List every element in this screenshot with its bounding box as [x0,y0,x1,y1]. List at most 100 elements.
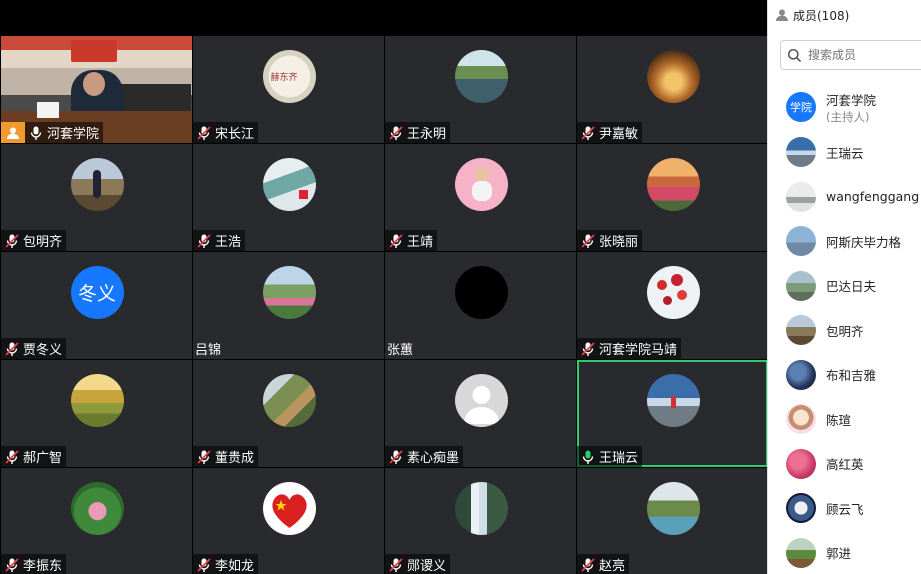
participant-tile[interactable]: 张晓丽 [577,144,768,251]
member-avatar-text: 学院 [786,92,816,122]
participant-name-tag: 李如龙 [193,554,259,574]
host-icon [1,122,25,143]
microphone-muted-icon [5,233,19,248]
participant-avatar [70,374,124,427]
participant-tile[interactable]: 河套学院 [1,36,192,143]
participant-name: 尹嘉敏 [599,127,639,142]
microphone-muted-icon [581,341,595,356]
participant-avatar [646,158,700,211]
participant-avatar [454,482,508,535]
top-toolbar [0,0,767,35]
participant-name: 张晓丽 [599,235,639,250]
member-name: 河套学院 [826,92,877,108]
member-name: 高红英 [826,457,864,473]
member-search-box[interactable] [780,40,921,70]
member-avatar [786,493,816,524]
member-list-item[interactable]: 巴达日夫 [768,264,921,309]
participant-tile-active-speaker[interactable]: 王瑞云 [577,360,768,467]
participant-tile[interactable]: 河套学院马靖 [577,252,768,359]
members-panel: 成员(108) 学院 河套学院 (主持人) 王瑞云 wangfenggang 阿… [767,0,921,574]
microphone-muted-icon [5,449,19,464]
member-list-item[interactable]: 学院 河套学院 (主持人) [768,84,921,130]
microphone-muted-icon [389,233,403,248]
participant-avatar [454,266,508,319]
participant-tile[interactable]: 王永明 [385,36,576,143]
member-name: 阿斯庆毕力格 [826,234,902,250]
participant-name: 吕锦 [195,343,222,358]
member-list-item[interactable]: 王瑞云 [768,130,921,175]
participant-avatar [70,158,124,211]
participant-tile[interactable]: 王靖 [385,144,576,251]
member-list-item[interactable]: 布和吉雅 [768,353,921,398]
participant-tile[interactable]: 王浩 [193,144,384,251]
participant-tile[interactable]: 尹嘉敏 [577,36,768,143]
participant-tile[interactable]: 冬义 贾冬义 [1,252,192,359]
microphone-muted-icon [581,233,595,248]
member-name: wangfenggang [826,189,920,205]
participant-name: 郧谡义 [407,559,447,574]
member-list-item[interactable]: 包明齐 [768,308,921,353]
participant-name: 赵亮 [599,559,626,574]
participant-tile[interactable]: 李如龙 [193,468,384,574]
microphone-muted-icon [197,125,211,140]
participant-name-tag: 吕锦 [193,338,225,359]
member-list-item[interactable]: wangfenggang [768,175,921,220]
microphone-muted-icon [197,557,211,572]
member-list-item[interactable]: 阿斯庆毕力格 [768,219,921,264]
participant-tile[interactable]: 董贵成 [193,360,384,467]
member-list-item[interactable]: 顾云飞 [768,486,921,531]
member-search-input[interactable] [808,48,918,62]
member-list-item[interactable]: 郭进 [768,531,921,574]
heart-flag-icon [271,494,307,528]
participant-name: 河套学院马靖 [599,343,678,358]
participant-tile[interactable]: 吕锦 [193,252,384,359]
participant-name-tag: 王靖 [385,230,438,251]
member-avatar [786,448,816,479]
participant-name: 包明齐 [23,235,63,250]
participant-name-tag: 宋长江 [193,122,259,143]
member-avatar [786,270,816,301]
members-count-title: 成员(108) [793,8,850,23]
participant-avatar [454,158,508,211]
member-avatar [786,226,816,257]
participant-tile[interactable]: 赫东齐 宋长江 [193,36,384,143]
member-name: 王瑞云 [826,145,864,161]
participant-tile[interactable]: 素心痴墨 [385,360,576,467]
participant-name: 李如龙 [215,559,255,574]
participant-name: 郝广智 [23,451,63,466]
microphone-muted-icon [389,125,403,140]
microphone-muted-icon [197,449,211,464]
participant-avatar [454,374,508,427]
participant-avatar [262,482,316,535]
participant-name-tag: 李振东 [1,554,67,574]
search-icon [787,48,802,62]
participant-avatar [454,50,508,103]
participant-avatar [646,266,700,319]
participant-name-tag: 王永明 [385,122,451,143]
participant-name-tag: 赵亮 [577,554,630,574]
participant-name-tag: 郧谡义 [385,554,451,574]
participant-name-tag: 河套学院马靖 [577,338,682,359]
participant-name-tag: 贾冬义 [1,338,67,359]
members-header: 成员(108) [768,0,921,30]
member-list-item[interactable]: 陈瑄 [768,397,921,442]
microphone-speaking-icon [582,450,594,464]
member-avatar [786,359,816,390]
participant-tile[interactable]: 赵亮 [577,468,768,574]
participant-tile[interactable]: 郝广智 [1,360,192,467]
participant-tile[interactable]: 郧谡义 [385,468,576,574]
participant-name: 王浩 [215,235,242,250]
participant-tile[interactable]: 张蕙 [385,252,576,359]
participant-name: 宋长江 [215,127,255,142]
participant-name-tag: 张蕙 [385,338,417,359]
member-list-item[interactable]: 高红英 [768,442,921,487]
participant-avatar-text: 冬义 [70,266,124,319]
member-name: 陈瑄 [826,412,852,428]
participant-tile[interactable]: 包明齐 [1,144,192,251]
member-name: 巴达日夫 [826,279,877,295]
default-person-icon [463,386,499,424]
participant-tile[interactable]: 李振东 [1,468,192,574]
microphone-muted-icon [581,125,595,140]
participant-name: 素心痴墨 [407,451,460,466]
member-avatar [786,315,816,346]
